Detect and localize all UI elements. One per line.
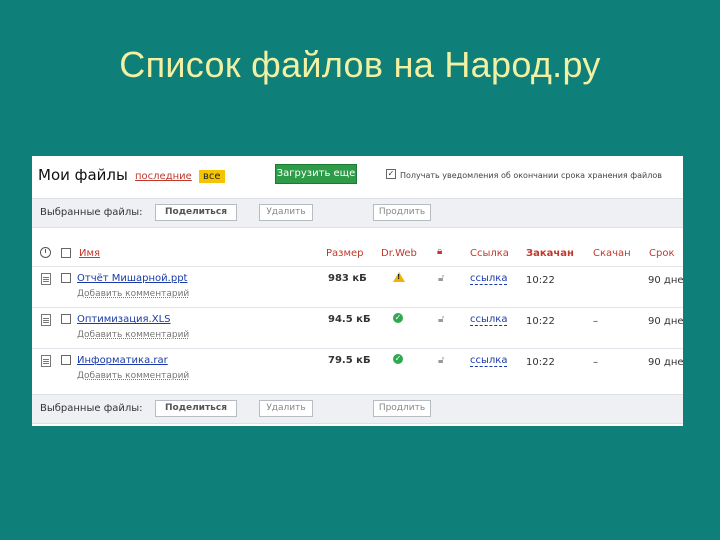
file-size: 79.5 кБ (328, 355, 371, 366)
unlock-icon[interactable]: 🔓︎ (438, 314, 444, 325)
document-icon (41, 314, 51, 326)
file-link[interactable]: ссылка (470, 314, 508, 326)
lock-icon: 🔒︎ (437, 246, 443, 257)
select-all-checkbox[interactable] (61, 248, 71, 258)
page-title: Мои файлы (38, 166, 128, 184)
column-link[interactable]: Ссылка (470, 248, 509, 259)
row-checkbox[interactable] (61, 314, 71, 324)
check-circle-icon: ✓ (393, 354, 403, 364)
column-name[interactable]: Имя (79, 248, 100, 259)
notify-checkbox[interactable]: ✓ (386, 169, 396, 179)
column-term[interactable]: Срок (649, 248, 675, 259)
drweb-status: ✓ (393, 313, 403, 323)
uploaded-time: 10:22 (526, 275, 555, 286)
add-comment-link[interactable]: Добавить комментарий (77, 371, 189, 381)
check-circle-icon: ✓ (393, 313, 403, 323)
warning-icon (393, 272, 405, 282)
selected-files-toolbar-top: Выбранные файлы: Поделиться Удалить Прод… (32, 198, 683, 228)
file-name-link[interactable]: Информатика.rar (77, 355, 168, 366)
document-icon (41, 355, 51, 367)
storage-term: 90 дней (648, 316, 683, 327)
selected-files-label: Выбранные файлы: (40, 207, 143, 218)
selected-files-toolbar-bottom: Выбранные файлы: Поделиться Удалить Прод… (32, 394, 683, 424)
selected-files-label: Выбранные файлы: (40, 403, 143, 414)
tab-all[interactable]: все (199, 170, 225, 183)
extend-button[interactable]: Продлить (373, 204, 431, 221)
share-button[interactable]: Поделиться (155, 204, 237, 221)
table-row: Информатика.rar Добавить комментарий 79.… (32, 348, 683, 390)
column-uploaded[interactable]: Закачан (526, 248, 574, 259)
file-size: 983 кБ (328, 273, 367, 284)
file-size: 94.5 кБ (328, 314, 371, 325)
file-list-screenshot: Мои файлы последние все Загрузить еще ✓ … (32, 156, 683, 426)
file-link[interactable]: ссылка (470, 273, 508, 285)
upload-more-button[interactable]: Загрузить еще (275, 164, 357, 184)
extend-button[interactable]: Продлить (373, 400, 431, 417)
drweb-status: ✓ (393, 354, 403, 364)
column-drweb[interactable]: Dr.Web (381, 248, 417, 259)
slide-title: Список файлов на Народ.ру (119, 44, 601, 85)
delete-button[interactable]: Удалить (259, 204, 313, 221)
unlock-icon[interactable]: 🔓︎ (438, 273, 444, 284)
row-checkbox[interactable] (61, 355, 71, 365)
files-header: Мои файлы последние все Загрузить еще ✓ … (32, 156, 683, 192)
unlock-icon[interactable]: 🔓︎ (438, 355, 444, 366)
uploaded-time: 10:22 (526, 316, 555, 327)
add-comment-link[interactable]: Добавить комментарий (77, 289, 189, 299)
uploaded-time: 10:22 (526, 357, 555, 368)
column-size[interactable]: Размер (326, 248, 364, 259)
drweb-status (393, 272, 405, 282)
add-comment-link[interactable]: Добавить комментарий (77, 330, 189, 340)
table-row: Оптимизация.XLS Добавить комментарий 94.… (32, 307, 683, 349)
file-name-link[interactable]: Отчёт Мишарной.ppt (77, 273, 187, 284)
storage-term: 90 дней (648, 275, 683, 286)
notify-label: Получать уведомления об окончании срока … (400, 171, 662, 180)
document-icon (41, 273, 51, 285)
row-checkbox[interactable] (61, 273, 71, 283)
storage-term: 90 дней (648, 357, 683, 368)
file-name-link[interactable]: Оптимизация.XLS (77, 314, 171, 325)
tab-recent[interactable]: последние (135, 171, 192, 182)
column-downloaded[interactable]: Скачан (593, 248, 631, 259)
share-button[interactable]: Поделиться (155, 400, 237, 417)
table-header: Имя Размер Dr.Web 🔒︎ Ссылка Закачан Скач… (32, 244, 683, 264)
downloaded-value: – (593, 357, 598, 368)
table-row: Отчёт Мишарной.ppt Добавить комментарий … (32, 266, 683, 308)
downloaded-value: – (593, 316, 598, 327)
file-link[interactable]: ссылка (470, 355, 508, 367)
delete-button[interactable]: Удалить (259, 400, 313, 417)
clock-icon[interactable] (40, 247, 51, 258)
